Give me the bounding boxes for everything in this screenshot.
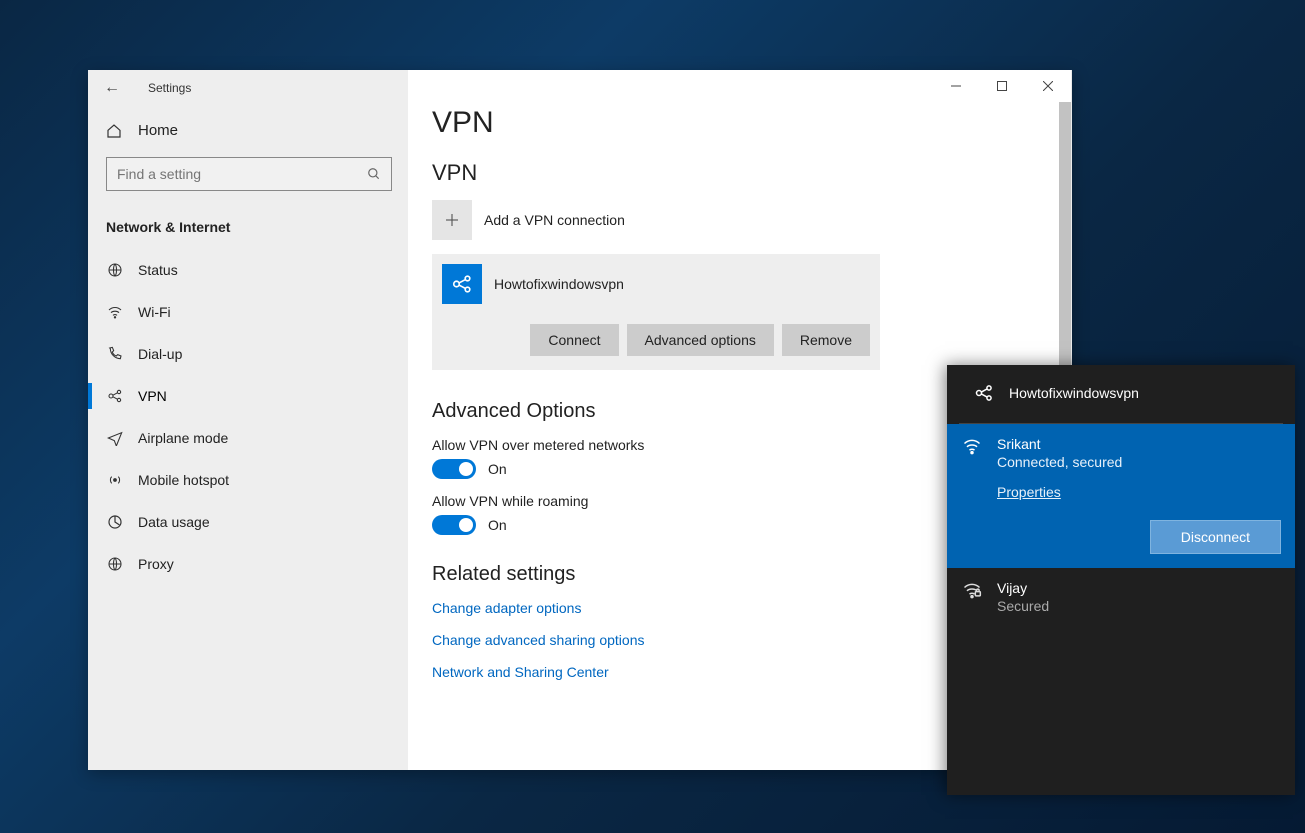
search-box[interactable]	[106, 157, 392, 191]
wifi-icon	[961, 436, 983, 456]
datausage-icon	[106, 514, 124, 530]
section-vpn: VPN	[432, 160, 1047, 186]
connect-button[interactable]: Connect	[530, 324, 618, 356]
proxy-icon	[106, 556, 124, 572]
wifi-secured-icon	[961, 580, 983, 600]
hotspot-icon	[106, 472, 124, 488]
sidebar-item-vpn[interactable]: VPN	[88, 375, 408, 417]
sidebar-item-label: Status	[138, 262, 178, 278]
titlebar: ← Settings	[88, 70, 408, 106]
vpn-connection-icon	[442, 264, 482, 304]
sidebar-item-label: Data usage	[138, 514, 210, 530]
add-vpn-label: Add a VPN connection	[484, 212, 625, 228]
vpn-icon	[973, 383, 995, 403]
vpn-connection-name: Howtofixwindowsvpn	[494, 276, 624, 292]
sidebar-item-wifi[interactable]: Wi-Fi	[88, 291, 408, 333]
vpn-card-header: Howtofixwindowsvpn	[432, 254, 880, 314]
page-title: VPN	[432, 106, 1047, 140]
dialup-icon	[106, 346, 124, 362]
disconnect-button[interactable]: Disconnect	[1150, 520, 1281, 554]
sidebar-item-label: Mobile hotspot	[138, 472, 229, 488]
toggle-roaming-state: On	[488, 517, 507, 533]
add-vpn-connection[interactable]: Add a VPN connection	[432, 200, 1047, 240]
network-name: Vijay	[997, 580, 1049, 596]
status-icon	[106, 262, 124, 278]
search-icon	[367, 167, 381, 181]
airplane-icon	[106, 430, 124, 446]
network-status: Connected, secured	[997, 454, 1122, 470]
vpn-icon	[106, 388, 124, 404]
sidebar-item-label: Dial-up	[138, 346, 182, 362]
flyout-network-srikant[interactable]: Srikant Connected, secured Properties Di…	[947, 424, 1295, 568]
category-label: Network & Internet	[88, 209, 408, 249]
sidebar-item-label: VPN	[138, 388, 167, 404]
toggle-metered-state: On	[488, 461, 507, 477]
sidebar-item-hotspot[interactable]: Mobile hotspot	[88, 459, 408, 501]
back-button[interactable]: ←	[104, 79, 120, 97]
sidebar-item-label: Airplane mode	[138, 430, 228, 446]
nav-home-label: Home	[138, 122, 178, 139]
settings-window: ← Settings Home Network & Internet Statu…	[88, 70, 1072, 770]
network-status: Secured	[997, 598, 1049, 614]
search-input[interactable]	[117, 166, 367, 182]
toggle-metered-switch[interactable]	[432, 459, 476, 479]
window-title: Settings	[148, 81, 191, 95]
settings-sidebar: ← Settings Home Network & Internet Statu…	[88, 70, 408, 770]
plus-icon	[432, 200, 472, 240]
sidebar-item-dialup[interactable]: Dial-up	[88, 333, 408, 375]
sidebar-item-label: Proxy	[138, 556, 174, 572]
sidebar-item-airplane[interactable]: Airplane mode	[88, 417, 408, 459]
network-properties-link[interactable]: Properties	[997, 484, 1281, 500]
sidebar-item-status[interactable]: Status	[88, 249, 408, 291]
flyout-network-vijay[interactable]: Vijay Secured	[947, 568, 1295, 628]
flyout-vpn-item[interactable]: Howtofixwindowsvpn	[959, 365, 1283, 424]
nav-home[interactable]: Home	[88, 106, 408, 157]
flyout-vpn-name: Howtofixwindowsvpn	[1009, 385, 1139, 401]
home-icon	[106, 123, 124, 139]
network-name: Srikant	[997, 436, 1122, 452]
sidebar-item-label: Wi-Fi	[138, 304, 171, 320]
vpn-connection-card[interactable]: Howtofixwindowsvpn Connect Advanced opti…	[432, 254, 880, 370]
sidebar-item-datausage[interactable]: Data usage	[88, 501, 408, 543]
toggle-roaming-switch[interactable]	[432, 515, 476, 535]
vpn-actions: Connect Advanced options Remove	[432, 314, 880, 360]
sidebar-item-proxy[interactable]: Proxy	[88, 543, 408, 585]
wifi-icon	[106, 304, 124, 320]
network-flyout: Howtofixwindowsvpn Srikant Connected, se…	[947, 365, 1295, 795]
remove-button[interactable]: Remove	[782, 324, 870, 356]
advanced-options-button[interactable]: Advanced options	[627, 324, 774, 356]
